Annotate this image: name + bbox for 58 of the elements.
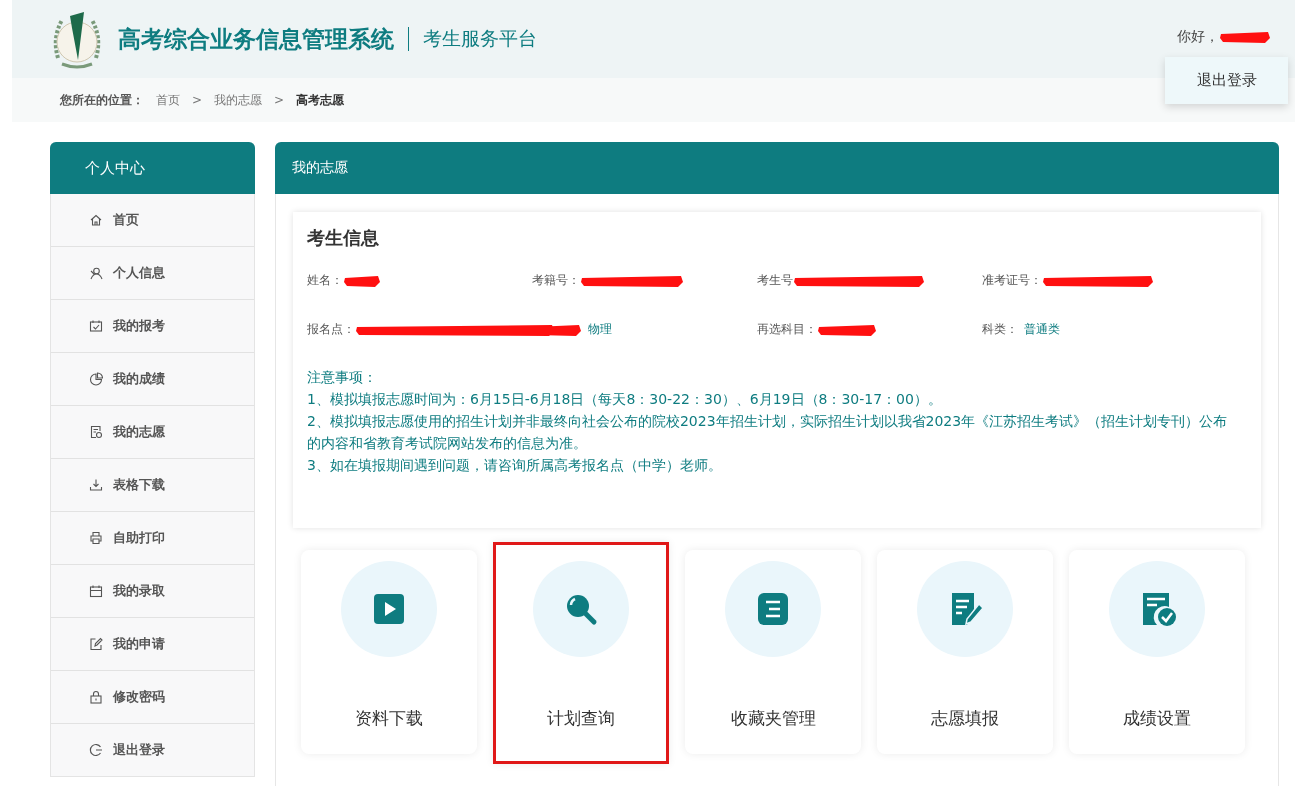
breadcrumb-separator: > — [274, 93, 285, 107]
card-label: 成绩设置 — [1123, 707, 1191, 730]
printer-icon — [89, 531, 103, 545]
sidebar-item[interactable]: 首页 — [51, 194, 254, 247]
person-icon — [89, 266, 103, 280]
breadcrumb-link[interactable]: 首页 — [156, 91, 180, 109]
card-label: 计划查询 — [547, 707, 615, 730]
platform-subtitle: 考生服务平台 — [423, 26, 537, 51]
document-icon — [89, 425, 103, 439]
field-label: 姓名： — [307, 272, 343, 289]
breadcrumb-current: 高考志愿 — [296, 91, 345, 109]
sidebar-item[interactable]: 我的录取 — [51, 565, 254, 618]
sidebar-item[interactable]: 修改密码 — [51, 671, 254, 724]
sidebar-item[interactable]: 自助打印 — [51, 512, 254, 565]
card-label: 资料下载 — [355, 707, 423, 730]
feature-card[interactable]: 收藏夹管理 — [685, 550, 861, 754]
field-label: 考生号 — [757, 272, 793, 289]
system-title: 高考综合业务信息管理系统 — [118, 24, 394, 54]
greeting-text: 你好， — [1177, 28, 1219, 46]
breadcrumb-label: 您所在的位置： — [60, 91, 144, 109]
calendar-icon — [89, 584, 103, 598]
edit-icon — [89, 637, 103, 651]
field-label: 科类： — [982, 321, 1018, 338]
pie-chart-icon — [89, 372, 103, 386]
sidebar-item[interactable]: 我的申请 — [51, 618, 254, 671]
sidebar-item[interactable]: 退出登录 — [51, 724, 254, 776]
breadcrumb-link[interactable]: 我的志愿 — [214, 91, 263, 109]
sidebar-item[interactable]: 我的成绩 — [51, 353, 254, 406]
feature-card[interactable]: 志愿填报 — [877, 550, 1053, 754]
breadcrumb-separator: > — [192, 93, 203, 107]
home-icon — [89, 213, 103, 227]
field-label: 考籍号： — [532, 272, 580, 289]
lock-icon — [89, 690, 103, 704]
field-label: 再选科目： — [757, 321, 817, 338]
feature-card[interactable]: 计划查询 — [493, 542, 669, 764]
notice-text: 3、如在填报期间遇到问题，请咨询所属高考报名点（中学）老师。 — [307, 456, 723, 475]
logout-icon — [89, 743, 103, 757]
notice-text: 注意事项： — [307, 368, 378, 387]
field-value: 物理 — [588, 321, 612, 338]
feature-card[interactable]: 资料下载 — [301, 550, 477, 754]
sidebar-item[interactable]: 个人信息 — [51, 247, 254, 300]
sidebar-item[interactable]: 我的报考 — [51, 300, 254, 353]
field-label: 准考证号： — [982, 272, 1042, 289]
sidebar-item[interactable]: 我的志愿 — [51, 406, 254, 459]
calendar-check-icon — [89, 319, 103, 333]
logout-menu-item[interactable]: 退出登录 — [1196, 71, 1257, 90]
card-label: 收藏夹管理 — [730, 707, 816, 730]
notice-text: 1、模拟填报志愿时间为：6月15日-6月18日（每天8：30-22：30）、6月19日（8：30-17：00）。 — [307, 390, 943, 409]
download-icon — [89, 478, 103, 492]
sidebar-item[interactable]: 表格下载 — [51, 459, 254, 512]
field-label: 报名点： — [307, 321, 355, 338]
card-label: 志愿填报 — [931, 707, 999, 730]
notice-text: 2、模拟填报志愿使用的招生计划并非最终向社会公布的院校2023年招生计划，实际招生计划以我省2023年《江苏招生考试》（招生计划专刊）公布的内容和省教育考试院网站发布的信息为准。 — [307, 412, 1229, 453]
field-value: 普通类 — [1024, 321, 1060, 338]
feature-card[interactable]: 成绩设置 — [1069, 550, 1245, 754]
section-title: 考生信息 — [307, 226, 380, 250]
sidebar-title: 个人中心 — [50, 142, 255, 194]
panel-title: 我的志愿 — [275, 142, 1279, 194]
